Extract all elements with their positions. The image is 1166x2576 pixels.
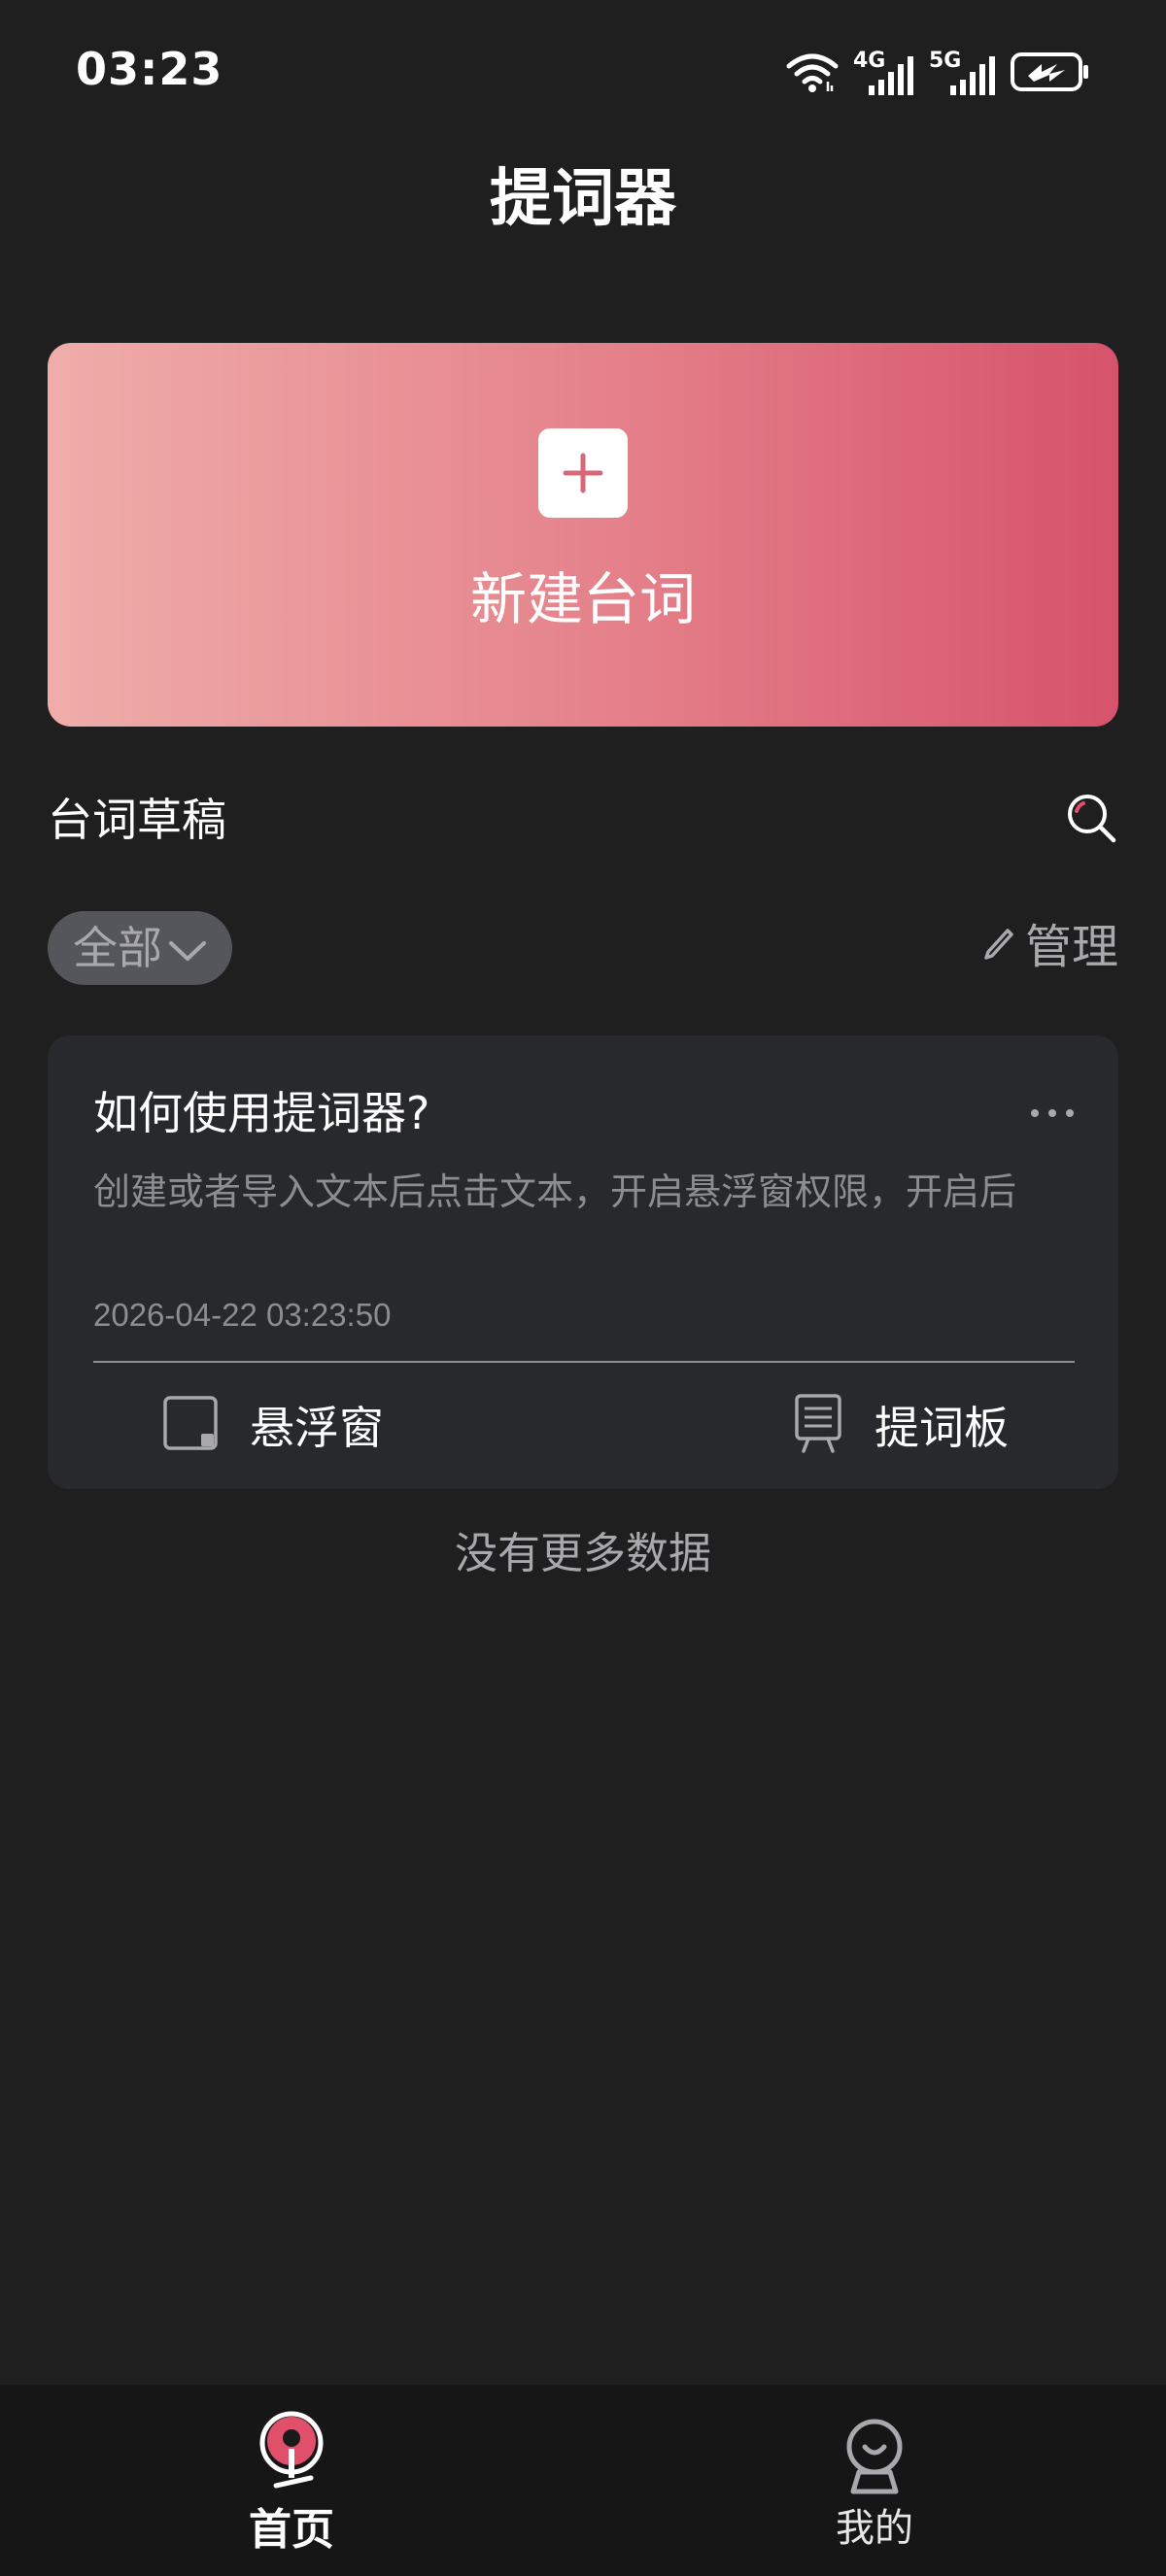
status-time: 03:23 (76, 43, 223, 95)
battery-charging-icon (1011, 51, 1090, 97)
edit-pencil-icon (980, 921, 1015, 964)
search-icon[interactable] (1065, 792, 1119, 846)
filter-dropdown[interactable]: 全部 (48, 911, 232, 985)
nav-home-label: 首页 (249, 2505, 334, 2555)
nav-mine-tab[interactable]: 我的 (729, 2385, 1020, 2576)
drafts-section-title: 台词草稿 (48, 794, 226, 846)
signal-5g-icon: 5G (929, 49, 997, 97)
script-excerpt: 创建或者导入文本后点击文本，开启悬浮窗权限，开启后 (93, 1170, 1017, 1213)
manage-button[interactable]: 管理 (980, 911, 1118, 974)
floating-window-icon (162, 1395, 219, 1455)
floating-window-label: 悬浮窗 (250, 1402, 384, 1454)
nav-home-tab[interactable]: 首页 (146, 2385, 437, 2576)
script-date: 2026-04-22 03:23:50 (93, 1297, 392, 1333)
plus-icon (538, 428, 628, 518)
wifi-icon (785, 51, 840, 97)
teleprompter-board-label: 提词板 (874, 1402, 1009, 1454)
status-icons: 4G 5G (785, 49, 1090, 97)
filter-label: 全部 (73, 922, 162, 974)
teleprompter-board-icon (793, 1393, 843, 1457)
nav-mine-label: 我的 (836, 2506, 913, 2551)
no-more-data-text: 没有更多数据 (455, 1529, 711, 1578)
card-divider (93, 1361, 1075, 1363)
signal-4g-icon: 4G (853, 49, 915, 97)
profile-icon (836, 2414, 913, 2505)
script-title: 如何使用提词器? (93, 1087, 430, 1139)
home-pin-icon (253, 2406, 330, 2507)
floating-window-button[interactable]: 悬浮窗 (162, 1393, 384, 1457)
new-script-button[interactable]: 新建台词 (48, 343, 1118, 727)
teleprompter-board-button[interactable]: 提词板 (793, 1393, 1009, 1457)
page-title: 提词器 (490, 163, 676, 235)
script-card[interactable]: 如何使用提词器? 创建或者导入文本后点击文本，开启悬浮窗权限，开启后 2026-… (48, 1035, 1118, 1489)
more-dots-icon[interactable] (1029, 1103, 1076, 1123)
status-bar: 03:23 4G 5G (0, 0, 1166, 146)
bottom-nav: 首页 我的 (0, 2385, 1166, 2576)
chevron-down-icon (168, 939, 207, 966)
new-script-label: 新建台词 (469, 566, 696, 632)
manage-label: 管理 (1024, 920, 1118, 974)
